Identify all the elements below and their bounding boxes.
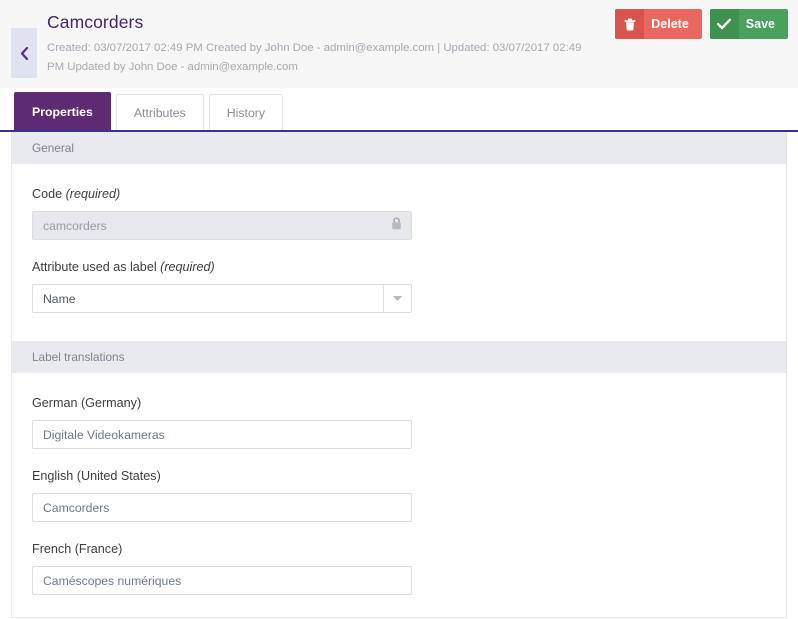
chevron-down-icon[interactable] xyxy=(383,284,412,313)
section-body-label-translations: German (Germany) Digitale Videokameras E… xyxy=(12,373,786,617)
field-attribute-as-label-text: Attribute used as label xyxy=(32,260,157,274)
properties-form-card: General Code (required) camcorders xyxy=(11,132,787,618)
label-fr-fr-input[interactable]: Caméscopes numériques xyxy=(32,566,412,595)
save-button-label: Save xyxy=(739,9,788,39)
label-en-us-input[interactable]: Camcorders xyxy=(32,493,412,522)
field-attribute-as-label-label: Attribute used as label (required) xyxy=(32,259,766,275)
record-meta: Created: 03/07/2017 02:49 PM Created by … xyxy=(47,39,587,77)
field-label-de-de-label: German (Germany) xyxy=(32,395,766,411)
section-header-label-translations: Label translations xyxy=(12,341,786,373)
page-title: Camcorders xyxy=(47,11,622,33)
chevron-left-icon xyxy=(20,47,29,60)
save-button[interactable]: Save xyxy=(710,9,788,39)
field-code: Code (required) camcorders xyxy=(32,186,766,240)
tab-attributes-label: Attributes xyxy=(134,106,186,120)
check-icon xyxy=(710,9,739,39)
content-area: General Code (required) camcorders xyxy=(0,132,798,618)
field-code-required: (required) xyxy=(66,187,121,201)
label-de-de-input[interactable]: Digitale Videokameras xyxy=(32,420,412,449)
tab-history-label: History xyxy=(227,106,265,120)
field-label-en-us-label: English (United States) xyxy=(32,468,766,484)
trash-icon xyxy=(615,9,644,39)
code-input: camcorders xyxy=(32,211,412,240)
field-label-fr-fr-label: French (France) xyxy=(32,541,766,557)
delete-button[interactable]: Delete xyxy=(615,9,702,39)
field-label-de-de: German (Germany) Digitale Videokameras xyxy=(32,395,766,449)
section-header-label-translations-label: Label translations xyxy=(32,350,124,364)
header-text-block: Camcorders Created: 03/07/2017 02:49 PM … xyxy=(47,0,622,77)
field-label-en-us: English (United States) Camcorders xyxy=(32,468,766,522)
back-button[interactable] xyxy=(11,28,37,78)
tab-bar: Properties Attributes History xyxy=(0,88,798,132)
tab-properties[interactable]: Properties xyxy=(14,92,111,130)
tab-history[interactable]: History xyxy=(209,94,283,130)
page-header: Camcorders Created: 03/07/2017 02:49 PM … xyxy=(0,0,798,88)
field-label-fr-fr: French (France) Caméscopes numériques xyxy=(32,541,766,595)
field-code-label: Code (required) xyxy=(32,186,766,202)
header-actions: Delete Save xyxy=(615,9,788,39)
section-header-general: General xyxy=(12,132,786,164)
delete-button-label: Delete xyxy=(644,9,702,39)
tab-properties-label: Properties xyxy=(32,105,93,119)
field-attribute-as-label: Attribute used as label (required) Name xyxy=(32,259,766,313)
tab-attributes[interactable]: Attributes xyxy=(116,94,204,130)
attribute-as-label-select[interactable]: Name xyxy=(32,284,412,313)
attribute-as-label-select-value[interactable]: Name xyxy=(32,284,383,313)
field-attribute-as-label-required: (required) xyxy=(160,260,215,274)
section-body-general: Code (required) camcorders xyxy=(12,164,786,341)
section-header-general-label: General xyxy=(32,141,74,155)
field-code-label-text: Code xyxy=(32,187,62,201)
code-input-wrapper: camcorders xyxy=(32,211,412,240)
page-root: Camcorders Created: 03/07/2017 02:49 PM … xyxy=(0,0,798,619)
